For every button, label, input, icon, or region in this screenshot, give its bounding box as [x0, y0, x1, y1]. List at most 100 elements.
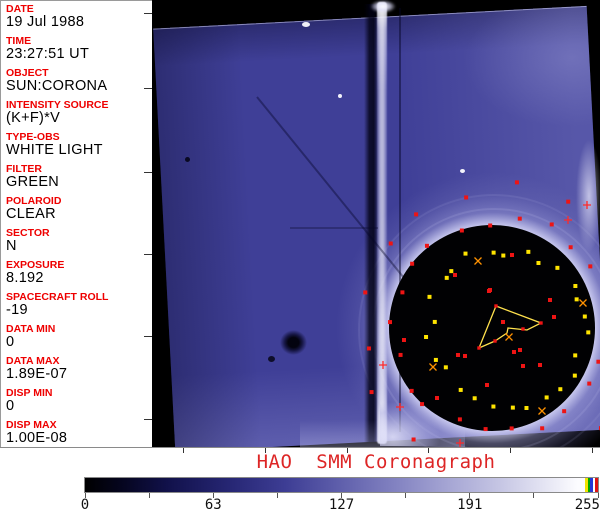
calibration-dot [555, 265, 560, 270]
axis-tick-left [144, 13, 152, 14]
calibration-dot [574, 297, 579, 302]
calibration-dot [414, 212, 419, 217]
polygon-vertex-dot [539, 321, 543, 325]
sidebar-field: POLAROID CLEAR [6, 196, 152, 222]
calibration-dot [573, 353, 578, 358]
colorbar-end-stripe [585, 478, 588, 492]
calibration-dot [491, 250, 496, 255]
sidebar-fields: DATE 19 Jul 1988 TIME 23:27:51 UT OBJECT SUN:… [6, 4, 152, 446]
sidebar-field: SPACECRAFT ROLL -19 [6, 292, 152, 318]
calibration-dot [562, 409, 567, 414]
sidebar-field: OBJECT SUN:CORONA [6, 68, 152, 94]
calibration-dot [427, 294, 432, 299]
axis-tick-left [144, 419, 152, 420]
axis-tick-left [144, 172, 152, 173]
calibration-dot [464, 195, 469, 200]
field-value: (K+F)*V [6, 110, 61, 126]
field-value: 0 [6, 398, 15, 414]
calibration-dot [487, 289, 491, 293]
field-value: -19 [6, 302, 28, 318]
calibration-dot [472, 396, 477, 401]
calibration-dot [444, 275, 449, 280]
calibration-dot [432, 319, 437, 324]
calibration-dot [402, 338, 406, 342]
field-value: CLEAR [6, 206, 56, 222]
calibration-dot [388, 241, 393, 246]
polygon-vertex-dot [521, 327, 525, 331]
image-panel [152, 0, 600, 447]
calibration-dot [433, 357, 438, 362]
field-value: 19 Jul 1988 [6, 14, 85, 30]
polygon-vertex-dot [493, 339, 497, 343]
field-value: 8.192 [6, 270, 44, 286]
calibration-dot [521, 364, 525, 368]
calibration-dot [524, 405, 529, 410]
calibration-dot [510, 405, 515, 410]
sidebar-field: TYPE-OBS WHITE LIGHT [6, 132, 152, 158]
calibration-dot [552, 315, 556, 319]
calibration-dot [366, 346, 371, 351]
colorbar-end-stripe [593, 478, 595, 492]
field-value: SUN:CORONA [6, 78, 108, 94]
calibration-dot [483, 427, 488, 432]
calibration-dot [548, 298, 552, 302]
calibration-dot [568, 245, 573, 250]
field-label: SECTOR [6, 227, 50, 239]
calibration-dot [501, 320, 505, 324]
colorbar [84, 477, 599, 493]
colorbar-tick-label: 191 [457, 497, 483, 512]
field-value: 1.00E-08 [6, 430, 68, 446]
marker-plus [564, 216, 572, 224]
calibration-dot [517, 216, 522, 221]
calibration-dot [588, 264, 593, 269]
calibration-dot [582, 314, 587, 319]
calibration-dot [514, 180, 519, 185]
calibration-dot [457, 417, 462, 422]
field-value: N [6, 238, 17, 254]
metadata-sidebar: DATE 19 Jul 1988 TIME 23:27:51 UT OBJECT SUN:… [0, 0, 152, 447]
field-value: 0 [6, 334, 15, 350]
calibration-dot [538, 363, 542, 367]
calibration-dot [509, 426, 514, 431]
field-label: DATA MIN [6, 323, 56, 335]
calibration-dot [587, 381, 592, 386]
marker-plus [456, 439, 464, 447]
colorbar-gradient [85, 478, 598, 492]
sidebar-field: DATA MIN 0 [6, 324, 152, 350]
calibration-dot [549, 222, 554, 227]
field-label: DISP MIN [6, 387, 53, 399]
calibration-dot [463, 354, 467, 358]
colorbar-tick-label: 255 [574, 497, 600, 512]
sidebar-field: DISP MIN 0 [6, 388, 152, 414]
field-label: SPACECRAFT ROLL [6, 291, 109, 303]
calibration-dot [501, 253, 506, 258]
overlay-svg [256, 96, 600, 447]
field-value: 23:27:51 UT [6, 46, 90, 62]
calibration-dot [410, 261, 415, 266]
calibration-dot [586, 330, 591, 335]
calibration-dot [398, 352, 403, 357]
axis-tick-left [144, 88, 152, 89]
calibration-dot [388, 320, 393, 325]
app-window: DATE 19 Jul 1988 TIME 23:27:51 UT OBJECT SUN:… [0, 0, 600, 512]
calibration-dot [518, 348, 522, 352]
calibration-dot [424, 335, 429, 340]
field-value: GREEN [6, 174, 60, 190]
calibration-dot [435, 396, 439, 400]
axis-tick-left [144, 254, 152, 255]
colorbar-end-stripe [595, 478, 598, 492]
colorbar-end-stripe [588, 478, 590, 492]
polygon-vertex-dot [494, 304, 498, 308]
calibration-dot [400, 290, 405, 295]
calibration-dot [458, 387, 463, 392]
calibration-dot [488, 223, 493, 228]
calibration-dot [596, 359, 600, 364]
calibration-dot [566, 199, 571, 204]
polygon-vertex-dot [477, 346, 481, 350]
calibration-dot [463, 251, 468, 256]
sidebar-field: DATE 19 Jul 1988 [6, 4, 152, 30]
colorbar-end-stripe [590, 478, 593, 492]
colorbar-tick-label: 0 [80, 497, 90, 512]
calibration-dot [485, 383, 489, 387]
calibration-dot [363, 290, 368, 295]
